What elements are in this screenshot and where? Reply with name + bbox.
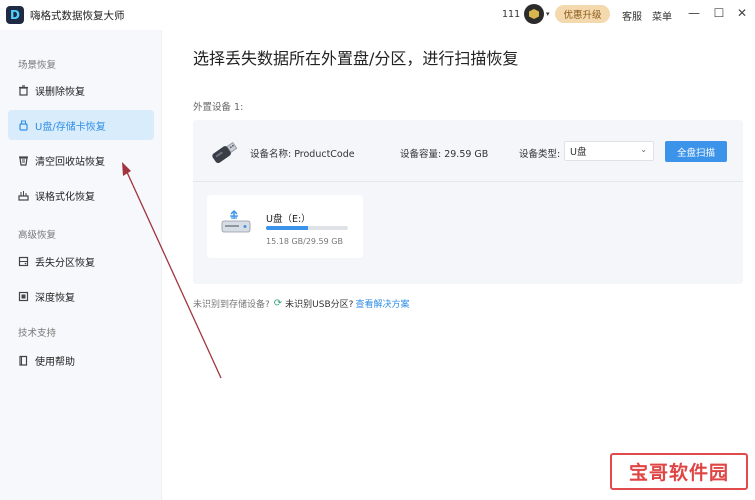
watermark-text: 宝哥软件园 — [628, 462, 729, 484]
device-hint: 未识别到存储设备? ⟳ 未识别USB分区? 查看解决方案 — [193, 297, 409, 310]
device-capacity: 设备容量: 29.59 GB — [400, 149, 489, 160]
section-title-advanced: 高级恢复 — [18, 230, 57, 241]
partition-usage-fill — [266, 226, 309, 230]
device-type-value: U盘 — [570, 147, 587, 158]
page-title: 选择丢失数据所在外置盘/分区，进行扫描恢复 — [193, 49, 519, 68]
partition-icon — [18, 256, 29, 267]
trash-restore-icon — [18, 84, 29, 96]
avatar[interactable] — [524, 4, 544, 24]
sidebar-item-format-recovery[interactable]: 误格式化恢复 — [8, 180, 154, 210]
partition-usage-bar — [266, 226, 348, 230]
partition-usage-text: 15.18 GB/29.59 GB — [266, 237, 343, 246]
usb-drive-icon — [206, 136, 240, 170]
view-solution-link[interactable]: 查看解决方案 — [355, 297, 409, 310]
sidebar-item-label: 误格式化恢复 — [35, 191, 95, 203]
app-title: 嗨格式数据恢复大师 — [30, 10, 125, 22]
partition-name: U盘（E:） — [266, 214, 311, 225]
vip-badge-icon — [529, 9, 539, 19]
title-bar: D 嗨格式数据恢复大师 111 ▾ 优惠升级 客服 菜单 — ☐ ✕ — [0, 0, 755, 30]
sidebar-item-partition-recovery[interactable]: 丢失分区恢复 — [8, 246, 154, 276]
deep-scan-icon — [18, 291, 29, 302]
sidebar-item-help[interactable]: 使用帮助 — [8, 345, 154, 375]
chevron-down-icon[interactable]: ▾ — [546, 10, 550, 18]
watermark: 宝哥软件园 — [610, 453, 748, 490]
sidebar-item-label: U盘/存储卡恢复 — [35, 121, 106, 133]
full-scan-button[interactable]: 全盘扫描 — [665, 141, 727, 162]
refresh-icon[interactable]: ⟳ — [274, 298, 282, 309]
format-icon — [18, 190, 29, 201]
recycle-bin-icon — [18, 155, 29, 166]
section-title-scene: 场景恢复 — [18, 60, 57, 71]
close-icon[interactable]: ✕ — [734, 6, 750, 20]
upgrade-button[interactable]: 优惠升级 — [555, 5, 610, 23]
sidebar-item-recycle-bin-recovery[interactable]: 清空回收站恢复 — [8, 145, 154, 175]
sidebar-item-label: 深度恢复 — [35, 292, 75, 304]
device-type-select[interactable]: U盘 ⌄ — [564, 141, 654, 161]
sidebar-item-label: 丢失分区恢复 — [35, 257, 95, 269]
external-device-label: 外置设备 1: — [193, 102, 244, 113]
app-logo: D — [6, 6, 24, 24]
customer-service-link[interactable]: 客服 — [622, 8, 642, 23]
device-type-label: 设备类型: — [519, 149, 561, 160]
help-book-icon — [18, 355, 29, 366]
menu-link[interactable]: 菜单 — [652, 8, 672, 23]
sidebar-item-usb-recovery[interactable]: U盘/存储卡恢复 — [8, 110, 154, 140]
hint-question: 未识别到存储设备? — [193, 300, 270, 310]
user-id: 111 — [502, 9, 521, 20]
minimize-icon[interactable]: — — [686, 6, 702, 20]
usb-card-icon — [18, 120, 29, 131]
maximize-icon[interactable]: ☐ — [711, 6, 727, 20]
sidebar-item-label: 使用帮助 — [35, 356, 75, 368]
sidebar-item-label: 清空回收站恢复 — [35, 156, 105, 168]
sidebar-item-deep-recovery[interactable]: 深度恢复 — [8, 281, 154, 311]
sidebar-item-label: 误删除恢复 — [35, 86, 85, 98]
hint-usb-partition: 未识别USB分区? — [285, 300, 354, 310]
sidebar-item-deleted-recovery[interactable]: 误删除恢复 — [8, 75, 154, 105]
drive-icon — [220, 209, 252, 235]
divider — [193, 181, 743, 182]
chevron-down-icon: ⌄ — [640, 145, 647, 154]
section-title-support: 技术支持 — [18, 328, 57, 339]
device-name: 设备名称: ProductCode — [250, 149, 355, 160]
